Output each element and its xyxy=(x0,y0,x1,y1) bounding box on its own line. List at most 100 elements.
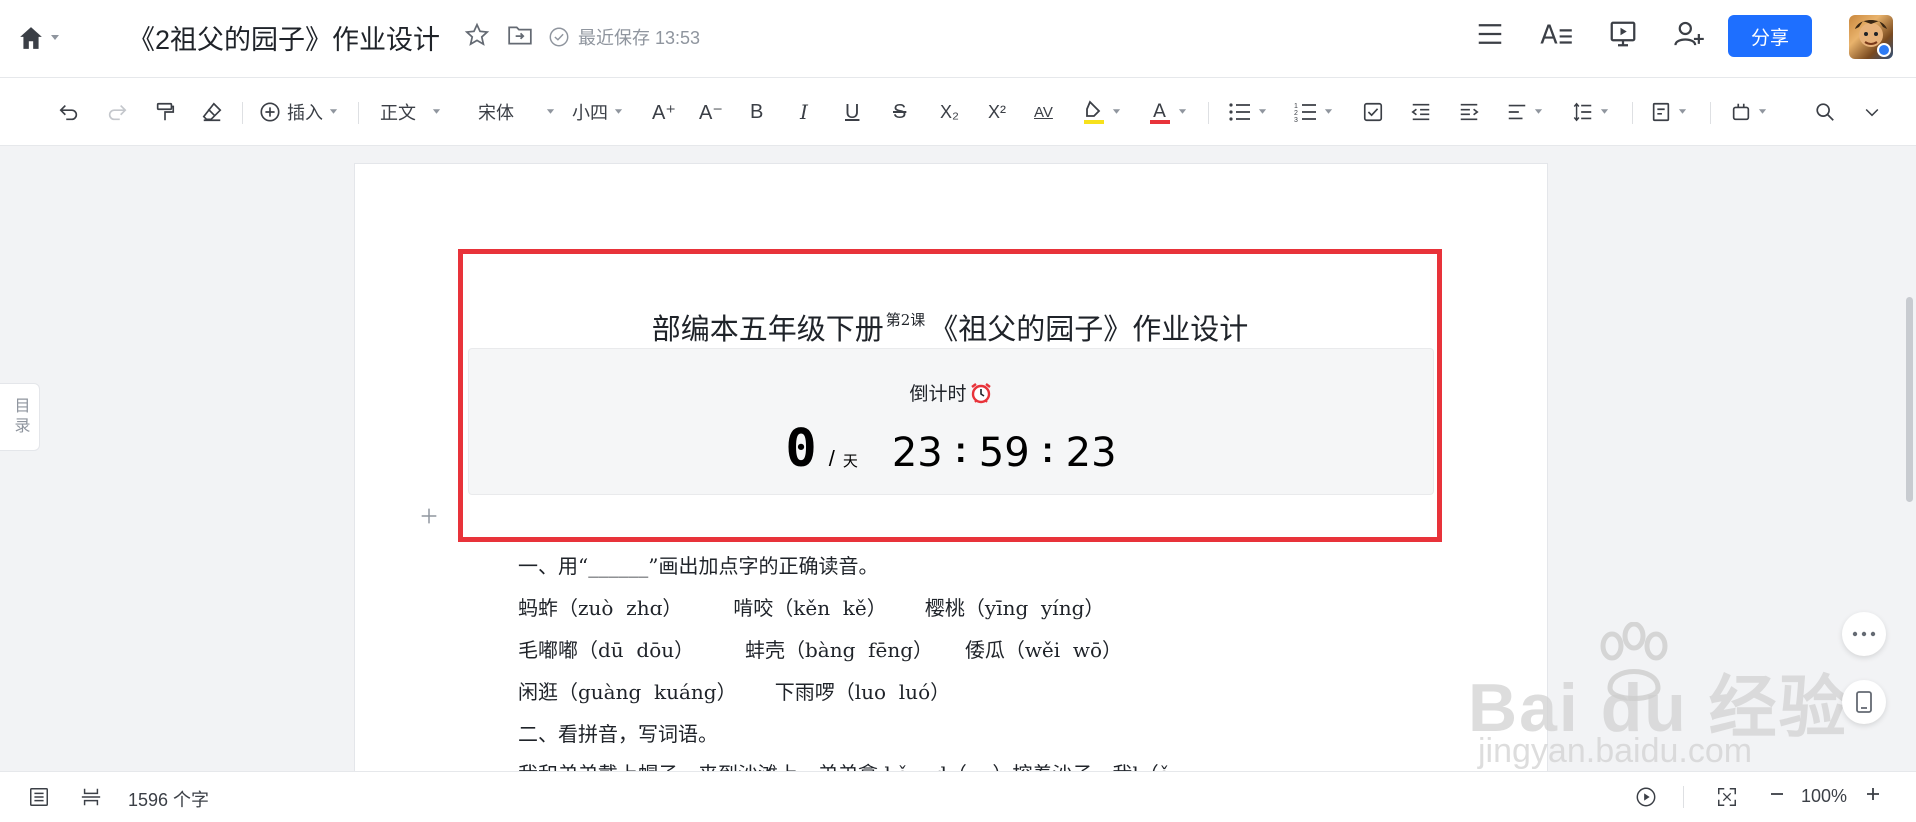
presentation-icon[interactable] xyxy=(1608,19,1638,49)
task-list-button[interactable] xyxy=(1362,98,1384,126)
page-layout-button[interactable] xyxy=(80,786,102,808)
scrollbar-thumb[interactable] xyxy=(1906,297,1913,502)
line-spacing-button[interactable] xyxy=(1572,98,1609,126)
more-options-button[interactable] xyxy=(1842,612,1886,656)
chevron-down-icon xyxy=(1112,109,1121,115)
paragraph[interactable]: 我和弟弟戴上帽子，来到沙滩上，弟弟拿 kǒu d（ ）挖着沙子，我l（ǎ xyxy=(518,758,1171,771)
font-family-select[interactable]: 宋体 xyxy=(478,98,555,126)
align-button[interactable] xyxy=(1506,98,1543,126)
chevron-down-icon xyxy=(614,109,623,115)
bold-button[interactable]: B xyxy=(750,98,763,126)
add-collaborator-icon[interactable] xyxy=(1673,19,1705,49)
chevron-down-icon xyxy=(546,109,555,115)
home-button[interactable] xyxy=(18,20,72,56)
bullet-list-button[interactable] xyxy=(1228,98,1267,126)
italic-button[interactable]: I xyxy=(800,98,808,126)
paragraph[interactable]: 一、用“______”画出加点字的正确读音。 xyxy=(518,550,878,579)
highlight-color-button[interactable] xyxy=(1082,98,1121,126)
outline-button[interactable] xyxy=(28,786,50,808)
letter-spacing-button[interactable]: AV xyxy=(1034,98,1053,126)
more-horizontal-icon xyxy=(1852,631,1876,637)
clipped-line-wrapper: 我和弟弟戴上帽子，来到沙滩上，弟弟拿 kǒu d（ ）挖着沙子，我l（ǎ xyxy=(355,755,1547,771)
page-setup-button[interactable] xyxy=(1650,98,1687,126)
format-painter-button[interactable] xyxy=(154,98,176,126)
zoom-level[interactable]: 100% xyxy=(1801,786,1847,807)
undo-icon xyxy=(58,101,80,123)
chevron-down-icon xyxy=(1600,109,1609,115)
chevron-down-icon xyxy=(329,109,338,115)
play-button[interactable] xyxy=(1635,786,1657,808)
svg-text:3: 3 xyxy=(1294,117,1298,123)
avatar[interactable] xyxy=(1849,15,1893,59)
chevron-down-icon xyxy=(432,109,441,115)
paragraph[interactable]: 毛嘟嘟（dū dōu） 蚌壳（bàng fēng） 倭瓜（wěi wō） xyxy=(518,634,1122,663)
svg-text:1: 1 xyxy=(1294,103,1298,110)
paragraph-style-select[interactable]: 正文 xyxy=(380,98,441,126)
redo-button[interactable] xyxy=(106,98,128,126)
chevron-down-icon xyxy=(1758,109,1767,115)
document-title[interactable]: 《2祖父的园子》作业设计 xyxy=(128,18,440,57)
numbered-list-icon: 123 xyxy=(1294,101,1318,123)
search-icon xyxy=(1814,101,1836,123)
outline-icon xyxy=(28,786,50,808)
font-decrease-button[interactable]: A⁻ xyxy=(699,98,723,126)
format-painter-icon xyxy=(154,101,176,123)
chevron-down-icon xyxy=(1678,109,1687,115)
font-family-value: 宋体 xyxy=(478,103,514,123)
page-break-icon xyxy=(80,786,102,808)
word-count: 1596 个字 xyxy=(128,790,210,810)
bullet-list-icon xyxy=(1228,101,1252,123)
save-status-text: 最近保存 13:53 xyxy=(578,28,701,48)
undo-button[interactable] xyxy=(58,98,80,126)
page-setup-icon xyxy=(1650,101,1672,123)
fit-screen-button[interactable] xyxy=(1716,786,1738,808)
text-style-icon[interactable]: A xyxy=(1539,19,1573,49)
outdent-button[interactable] xyxy=(1410,98,1432,126)
add-block-icon[interactable] xyxy=(418,505,440,527)
home-icon xyxy=(18,25,44,51)
format-toolbar: 插入 正文 宋体 小四 A⁺ A⁻ B I U S X₂ X² AV A 123 xyxy=(0,78,1916,146)
share-button[interactable]: 分享 xyxy=(1728,15,1812,57)
zoom-out-button[interactable] xyxy=(1769,786,1785,802)
mobile-view-button[interactable] xyxy=(1842,680,1886,724)
numbered-list-button[interactable]: 123 xyxy=(1294,98,1333,126)
chevron-down-icon xyxy=(1862,102,1882,122)
star-icon[interactable] xyxy=(464,22,490,48)
search-button[interactable] xyxy=(1814,98,1836,126)
tablet-icon xyxy=(1855,691,1873,713)
plus-icon xyxy=(1865,786,1881,802)
indent-button[interactable] xyxy=(1458,98,1480,126)
font-size-select[interactable]: 小四 xyxy=(572,98,623,126)
paragraph[interactable]: 二、看拼音，写词语。 xyxy=(518,718,718,747)
strikethrough-button[interactable]: S xyxy=(893,98,906,126)
clear-format-button[interactable] xyxy=(201,98,223,126)
zoom-in-button[interactable] xyxy=(1865,786,1881,802)
underline-button[interactable]: U xyxy=(845,98,859,126)
top-bar: 《2祖父的园子》作业设计 最近保存 13:53 A 分享 xyxy=(0,0,1916,78)
indent-icon xyxy=(1458,101,1480,123)
paragraph[interactable]: 闲逛（guàng kuáng） 下雨啰（luo luó） xyxy=(518,676,950,705)
status-bar: 1596 个字 100% xyxy=(0,771,1916,822)
eraser-icon xyxy=(201,101,223,123)
subscript-button[interactable]: X₂ xyxy=(940,98,959,126)
font-color-button[interactable]: A xyxy=(1148,98,1187,126)
save-status: 最近保存 13:53 xyxy=(548,24,700,50)
align-left-icon xyxy=(1506,101,1528,123)
chevron-down-icon xyxy=(50,34,60,42)
play-circle-icon xyxy=(1635,786,1657,808)
plugin-button[interactable] xyxy=(1730,98,1767,126)
font-increase-button[interactable]: A⁺ xyxy=(652,98,676,126)
paragraph[interactable]: 蚂蚱（zuò zhɑ） 啃咬（kěn kě） 樱桃（yīng yíng） xyxy=(518,592,1104,621)
font-size-value: 小四 xyxy=(572,103,608,123)
chevron-down-icon xyxy=(1534,109,1543,115)
toolbar-collapse-button[interactable] xyxy=(1862,98,1882,126)
toc-toggle[interactable]: 目录 xyxy=(0,383,40,451)
insert-menu[interactable]: 插入 xyxy=(259,98,338,126)
menu-icon[interactable] xyxy=(1475,19,1505,49)
minus-icon xyxy=(1769,786,1785,802)
plus-circle-icon xyxy=(259,101,281,123)
superscript-button[interactable]: X² xyxy=(988,98,1006,126)
outdent-icon xyxy=(1410,101,1432,123)
move-to-folder-icon[interactable] xyxy=(507,22,533,48)
font-color-icon: A xyxy=(1148,99,1172,125)
